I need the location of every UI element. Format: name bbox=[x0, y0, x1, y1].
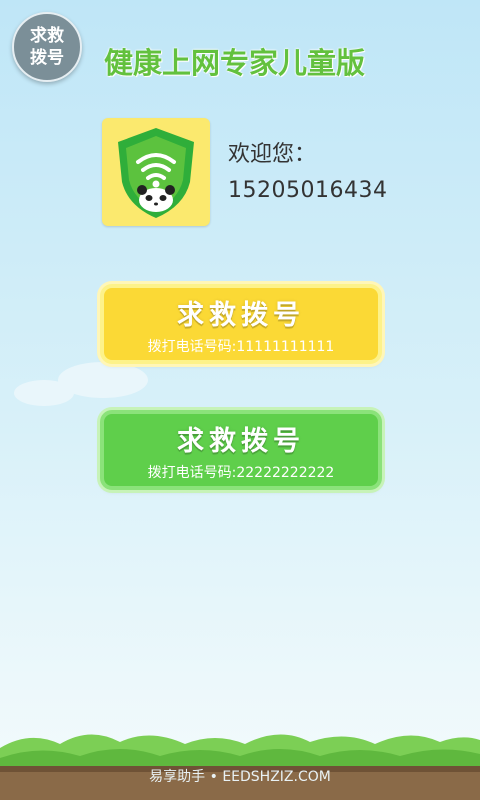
sos-dial-label-line2: 拨号 bbox=[30, 48, 64, 68]
app-title: 健康上网专家儿童版 bbox=[104, 46, 366, 80]
sos-call-number: 拨打电话号码:22222222222 bbox=[147, 464, 335, 481]
cloud-decoration bbox=[14, 380, 74, 406]
sos-call-button-1[interactable]: 求救拨号 拨打电话号码:11111111111 bbox=[100, 284, 382, 364]
app-logo bbox=[102, 118, 210, 226]
sos-dial-button[interactable]: 求救 拨号 bbox=[12, 12, 82, 82]
sos-call-button-label: 求救拨号 bbox=[177, 299, 305, 331]
user-phone-number: 15205016434 bbox=[228, 178, 388, 203]
sos-call-number: 拨打电话号码:11111111111 bbox=[147, 338, 335, 355]
watermark-text: 易享助手 • EEDSHZIZ.COM bbox=[149, 769, 331, 785]
sos-call-button-2[interactable]: 求救拨号 拨打电话号码:22222222222 bbox=[100, 410, 382, 490]
shield-wifi-panda-icon bbox=[118, 128, 194, 218]
grass-ground-decoration bbox=[0, 734, 480, 800]
sos-dial-label-line1: 求救 bbox=[30, 26, 64, 46]
sos-call-button-label: 求救拨号 bbox=[177, 425, 305, 457]
welcome-text: 欢迎您： bbox=[228, 142, 317, 167]
